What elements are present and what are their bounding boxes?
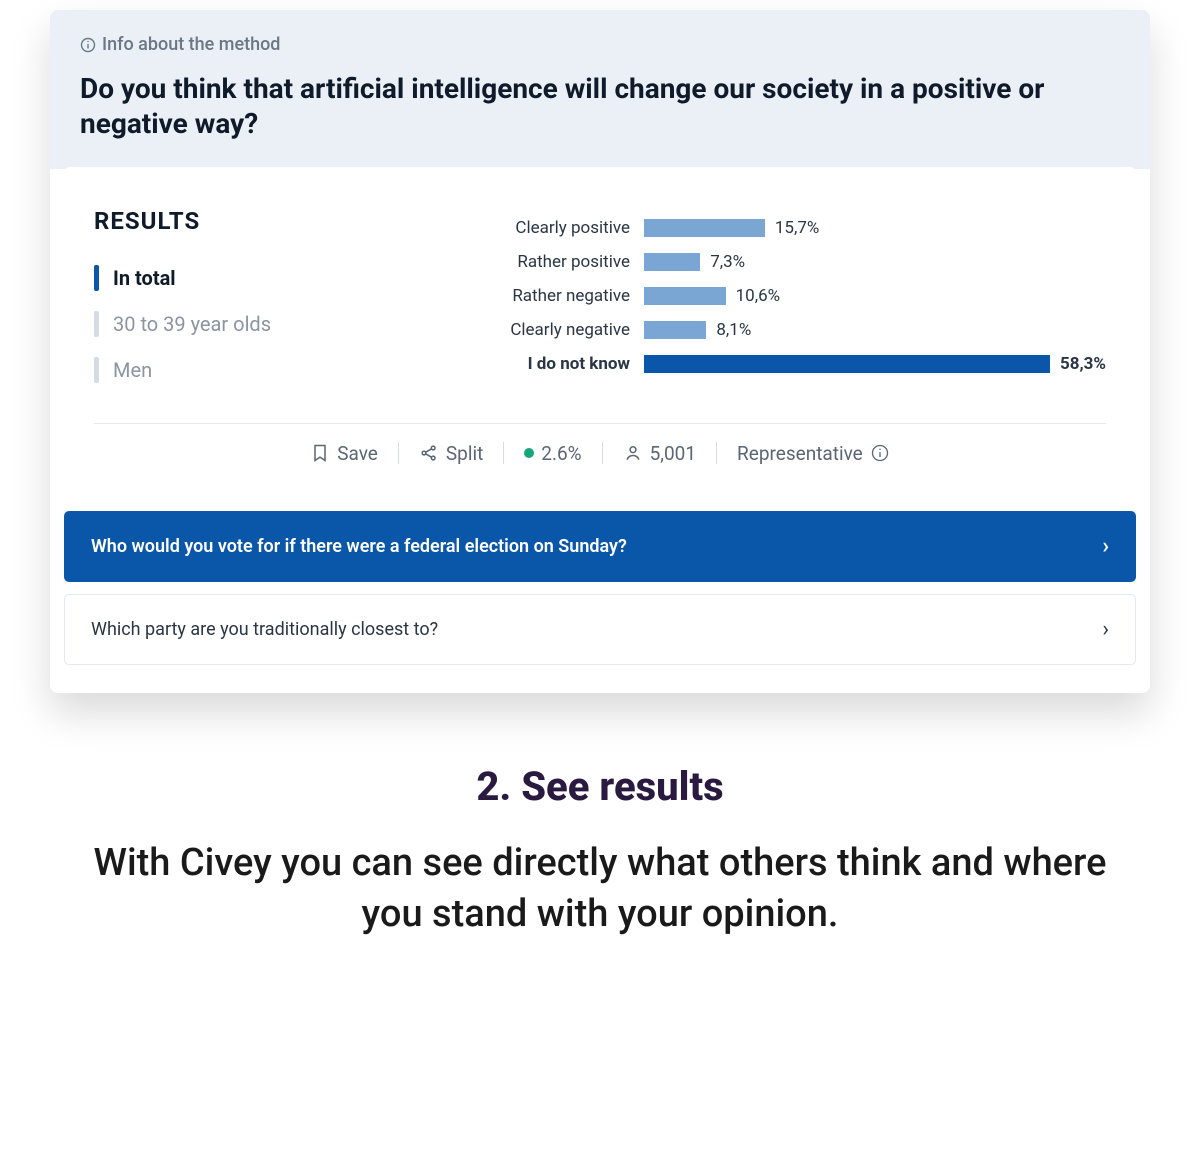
results-panel: RESULTS In total 30 to 39 year olds Men Cl… bbox=[64, 167, 1136, 489]
error-margin[interactable]: 2.6% bbox=[524, 442, 581, 465]
bar-row: Clearly positive 15,7% bbox=[494, 211, 1106, 245]
results-bar-chart: Clearly positive 15,7% Rather positive 7,3%… bbox=[494, 207, 1106, 393]
bar-track: 10,6% bbox=[644, 286, 1106, 306]
split-label: Split bbox=[446, 442, 483, 465]
survey-card: Info about the method Do you think that … bbox=[50, 10, 1150, 693]
bar-value: 15,7% bbox=[775, 218, 819, 238]
survey-question: Do you think that artificial intelligenc… bbox=[80, 71, 1120, 141]
separator bbox=[503, 442, 504, 464]
marketing-title: 2. See results bbox=[60, 763, 1140, 810]
share-icon bbox=[419, 443, 439, 463]
bar-fill bbox=[644, 355, 1050, 373]
bar-row: Rather negative 10,6% bbox=[494, 279, 1106, 313]
followup-question-text: Who would you vote for if there were a f… bbox=[91, 536, 627, 557]
results-filters: RESULTS In total 30 to 39 year olds Men bbox=[94, 207, 454, 393]
marketing-section: 2. See results With Civey you can see di… bbox=[0, 763, 1200, 941]
marketing-text: With Civey you can see directly what oth… bbox=[60, 838, 1140, 941]
bar-track: 58,3% bbox=[644, 354, 1106, 374]
bar-row: Rather positive 7,3% bbox=[494, 245, 1106, 279]
representative-label: Representative bbox=[737, 442, 863, 465]
separator bbox=[716, 442, 717, 464]
filter-item[interactable]: In total bbox=[94, 255, 454, 301]
filter-item[interactable]: Men bbox=[94, 347, 454, 393]
followup-question-text: Which party are you traditionally closes… bbox=[91, 619, 438, 640]
card-header: Info about the method Do you think that … bbox=[50, 10, 1150, 169]
bar-track: 7,3% bbox=[644, 252, 1106, 272]
chevron-right-icon: › bbox=[1102, 617, 1109, 642]
status-dot-icon bbox=[524, 448, 534, 458]
info-icon bbox=[80, 37, 96, 53]
info-method-label: Info about the method bbox=[102, 34, 280, 55]
chevron-right-icon: › bbox=[1102, 534, 1109, 559]
bar-label: Rather negative bbox=[494, 286, 644, 306]
bar-track: 8,1% bbox=[644, 320, 1106, 340]
followup-questions: Who would you vote for if there were a f… bbox=[50, 489, 1150, 693]
bar-value: 8,1% bbox=[716, 320, 751, 340]
bar-row: I do not know 58,3% bbox=[494, 347, 1106, 381]
filter-label: In total bbox=[113, 266, 176, 290]
filter-marker-icon bbox=[94, 311, 99, 337]
bookmark-icon bbox=[310, 443, 330, 463]
bar-fill bbox=[644, 253, 700, 271]
bar-fill bbox=[644, 219, 765, 237]
results-heading: RESULTS bbox=[94, 207, 454, 235]
respondent-count-value: 5,001 bbox=[650, 442, 696, 465]
bar-label: Clearly positive bbox=[494, 218, 644, 238]
bar-label: Clearly negative bbox=[494, 320, 644, 340]
split-button[interactable]: Split bbox=[419, 442, 483, 465]
representative-indicator[interactable]: Representative bbox=[737, 442, 890, 465]
bar-value: 58,3% bbox=[1060, 354, 1106, 374]
save-label: Save bbox=[337, 442, 378, 465]
error-margin-value: 2.6% bbox=[541, 442, 581, 465]
filter-label: Men bbox=[113, 358, 152, 382]
separator bbox=[398, 442, 399, 464]
filter-label: 30 to 39 year olds bbox=[113, 312, 271, 336]
bar-row: Clearly negative 8,1% bbox=[494, 313, 1106, 347]
filter-marker-icon bbox=[94, 265, 99, 291]
bar-value: 10,6% bbox=[736, 286, 780, 306]
save-button[interactable]: Save bbox=[310, 442, 378, 465]
respondent-count[interactable]: 5,001 bbox=[623, 442, 696, 465]
person-icon bbox=[623, 443, 643, 463]
info-method-link[interactable]: Info about the method bbox=[80, 34, 280, 55]
filter-item[interactable]: 30 to 39 year olds bbox=[94, 301, 454, 347]
results-toolbar: Save Split 2.6% 5,001 bbox=[94, 423, 1106, 465]
bar-label: I do not know bbox=[494, 354, 644, 374]
info-icon bbox=[870, 443, 890, 463]
followup-question-button[interactable]: Who would you vote for if there were a f… bbox=[64, 511, 1136, 582]
separator bbox=[602, 442, 603, 464]
bar-value: 7,3% bbox=[710, 252, 745, 272]
bar-label: Rather positive bbox=[494, 252, 644, 272]
followup-question-button[interactable]: Which party are you traditionally closes… bbox=[64, 594, 1136, 665]
bar-fill bbox=[644, 321, 706, 339]
bar-fill bbox=[644, 287, 726, 305]
bar-track: 15,7% bbox=[644, 218, 1106, 238]
filter-marker-icon bbox=[94, 357, 99, 383]
